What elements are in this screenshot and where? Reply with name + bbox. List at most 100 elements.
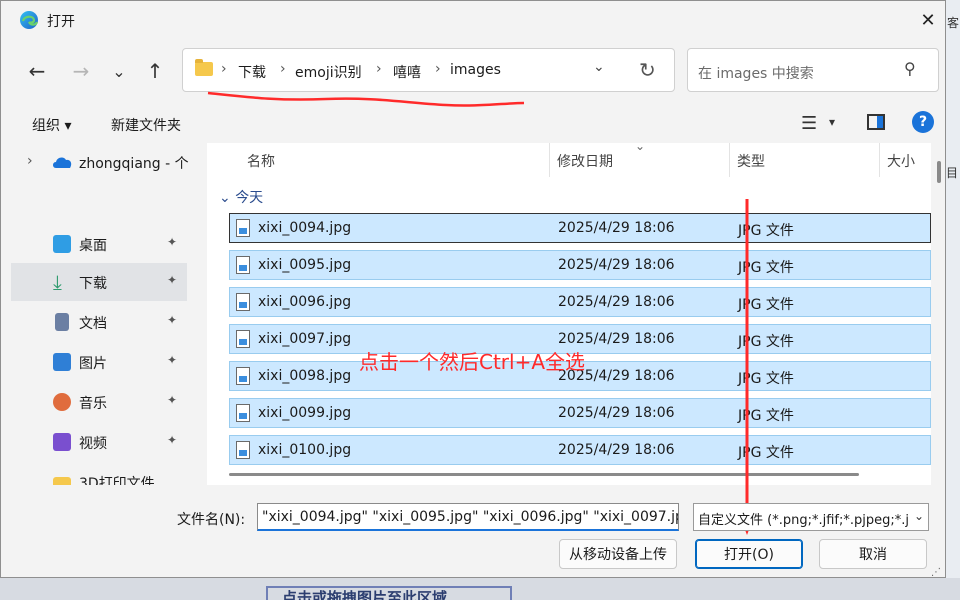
pin-icon: ✦: [167, 393, 178, 407]
view-options-button[interactable]: ☰: [801, 113, 817, 134]
table-row[interactable]: xixi_0094.jpg 2025/4/29 18:06 JPG 文件: [229, 213, 931, 243]
view-dropdown[interactable]: ▾: [829, 115, 835, 129]
sidebar-item-label: 视频: [79, 436, 107, 452]
open-file-dialog: 打开 ✕ ← → ⌄ ↑ › 下载 › emoji识别 › 嘻嘻 › image…: [0, 0, 946, 578]
image-file-icon: [236, 219, 250, 237]
dialog-title: 打开: [47, 14, 75, 30]
image-file-icon: [236, 404, 250, 422]
column-header-type[interactable]: 类型: [737, 151, 765, 171]
column-divider[interactable]: [729, 143, 730, 177]
file-name: xixi_0099.jpg: [258, 405, 352, 421]
folder-icon: [195, 59, 213, 76]
folder-icon: [53, 477, 71, 485]
search-icon: ⚲: [904, 59, 916, 78]
help-button[interactable]: ?: [912, 111, 934, 133]
document-icon: [55, 313, 69, 331]
search-input[interactable]: 在 images 中搜索 ⚲: [687, 48, 939, 92]
annotation-text: 点击一个然后Ctrl+A全选: [359, 350, 586, 374]
up-button[interactable]: ↑: [139, 57, 171, 85]
image-file-icon: [236, 367, 250, 385]
breadcrumb-images[interactable]: images: [450, 62, 501, 78]
breadcrumb-separator: ›: [280, 61, 286, 77]
sidebar-item-label: 文档: [79, 316, 107, 332]
column-divider[interactable]: [879, 143, 880, 177]
background-right-text-2: 目: [946, 166, 959, 180]
help-icon: ?: [918, 114, 928, 130]
image-file-icon: [236, 441, 250, 459]
caret-down-icon: ▾: [829, 115, 836, 129]
sidebar-item-label: zhongqiang - 个: [79, 156, 189, 172]
file-date: 2025/4/29 18:06: [558, 405, 675, 421]
new-folder-button[interactable]: 新建文件夹: [111, 115, 181, 135]
pin-icon: ✦: [167, 313, 178, 327]
address-history-dropdown[interactable]: ⌄: [593, 59, 605, 75]
pin-icon: ✦: [167, 235, 178, 249]
sidebar-item-videos[interactable]: 视频 ✦: [11, 423, 187, 461]
background-page-right: [946, 0, 960, 600]
sidebar-item-3d-print[interactable]: 3D打印文件: [11, 463, 187, 485]
group-label: 今天: [235, 190, 264, 206]
sidebar-item-desktop[interactable]: 桌面 ✦: [11, 225, 187, 263]
file-name: xixi_0100.jpg: [258, 442, 352, 458]
forward-button[interactable]: →: [65, 57, 97, 85]
file-type-select[interactable]: 自定义文件 (*.png;*.jfif;*.pjpeg;*.jpeg;*.pjp…: [693, 503, 929, 531]
picture-icon: [53, 353, 71, 371]
filename-input[interactable]: "xixi_0094.jpg" "xixi_0095.jpg" "xixi_00…: [257, 503, 679, 531]
breadcrumb-separator: ›: [376, 61, 382, 77]
sidebar-item-pictures[interactable]: 图片 ✦: [11, 343, 187, 381]
vertical-scrollbar[interactable]: [937, 161, 941, 183]
file-date: 2025/4/29 18:06: [558, 331, 675, 347]
sidebar-item-documents[interactable]: 文档 ✦: [11, 303, 187, 341]
sidebar-item-label: 桌面: [79, 238, 107, 254]
resize-grip-icon[interactable]: ⋰: [931, 567, 941, 577]
refresh-button[interactable]: ↻: [639, 58, 656, 82]
file-name: xixi_0096.jpg: [258, 294, 352, 310]
close-button[interactable]: ✕: [911, 5, 945, 35]
image-file-icon: [236, 256, 250, 274]
file-list: ⌄ 名称 修改日期 类型 大小 ⌄ 今天 xixi_0094.jpg 2025/…: [207, 143, 931, 485]
breadcrumb-downloads[interactable]: 下载: [238, 62, 266, 82]
music-icon: [53, 393, 71, 411]
table-row[interactable]: xixi_0099.jpg 2025/4/29 18:06 JPG 文件: [229, 398, 931, 428]
organize-button[interactable]: 组织 ▾: [32, 115, 71, 135]
cloud-icon: [53, 157, 72, 168]
arrow-up-icon: ↑: [146, 59, 164, 83]
sidebar-item-downloads[interactable]: ⤓ 下载 ✦: [11, 263, 187, 301]
sidebar-item-label: 下载: [79, 276, 107, 292]
recent-locations-button[interactable]: ⌄: [103, 57, 135, 85]
annotation-arrow: [737, 199, 757, 535]
back-button[interactable]: ←: [21, 57, 53, 85]
table-row[interactable]: xixi_0100.jpg 2025/4/29 18:06 JPG 文件: [229, 435, 931, 465]
image-file-icon: [236, 330, 250, 348]
open-button[interactable]: 打开(O): [695, 539, 803, 569]
sidebar-item-onedrive[interactable]: › zhongqiang - 个: [11, 143, 189, 181]
file-type-value: 自定义文件 (*.png;*.jfif;*.pjpeg;*.jpeg;*.pjp…: [698, 513, 910, 528]
breadcrumb-separator: ›: [221, 61, 227, 77]
pin-icon: ✦: [167, 433, 178, 447]
download-icon: ⤓: [53, 270, 62, 294]
upload-from-mobile-button[interactable]: 从移动设备上传: [559, 539, 677, 569]
group-header-today[interactable]: ⌄ 今天: [219, 187, 263, 207]
table-row[interactable]: xixi_0096.jpg 2025/4/29 18:06 JPG 文件: [229, 287, 931, 317]
column-divider[interactable]: [549, 143, 550, 177]
column-header-date[interactable]: 修改日期: [557, 151, 613, 171]
file-date: 2025/4/29 18:06: [558, 442, 675, 458]
desktop-icon: [53, 235, 71, 253]
file-date: 2025/4/29 18:06: [558, 257, 675, 273]
table-row[interactable]: xixi_0095.jpg 2025/4/29 18:06 JPG 文件: [229, 250, 931, 280]
sidebar-item-music[interactable]: 音乐 ✦: [11, 383, 187, 421]
file-name: xixi_0097.jpg: [258, 331, 352, 347]
file-name: xixi_0095.jpg: [258, 257, 352, 273]
sidebar-item-label: 图片: [79, 356, 107, 372]
column-header-name[interactable]: 名称: [247, 151, 275, 171]
file-name: xixi_0094.jpg: [258, 220, 352, 236]
breadcrumb-xixi[interactable]: 嘻嘻: [393, 62, 421, 82]
command-bar: 组织 ▾ 新建文件夹 ☰ ▾ ?: [11, 105, 941, 141]
preview-pane-toggle[interactable]: [867, 114, 885, 130]
breadcrumb-emoji[interactable]: emoji识别: [295, 62, 362, 82]
horizontal-scrollbar[interactable]: [229, 473, 859, 476]
column-header-size[interactable]: 大小: [887, 151, 915, 171]
address-bar[interactable]: › 下载 › emoji识别 › 嘻嘻 › images ⌄ ↻: [182, 48, 675, 92]
cancel-button[interactable]: 取消: [819, 539, 927, 569]
filename-label: 文件名(N):: [177, 512, 246, 528]
